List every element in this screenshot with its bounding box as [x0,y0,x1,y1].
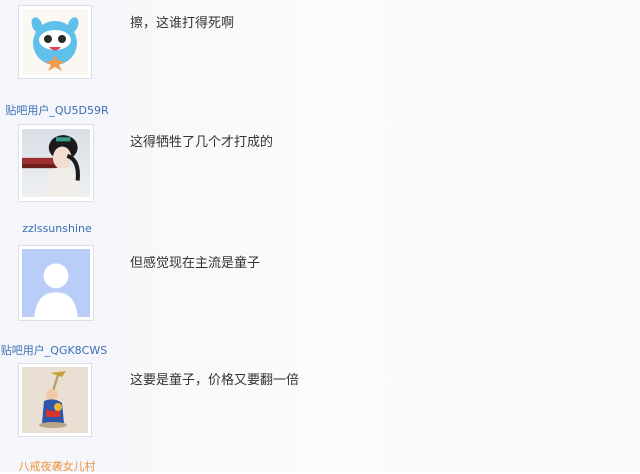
avatar[interactable] [18,363,92,437]
default-user-avatar-icon [22,249,90,317]
avatar[interactable] [18,124,94,202]
avatar[interactable] [18,5,92,79]
author-panel: zzlssunshine [0,118,114,239]
post-item: 贴吧用户_QU5D59R 擦，这谁打得死啊 [0,0,640,118]
post-item: zzlssunshine 这得牺牲了几个才打成的 [0,118,640,239]
post-item: 八戒夜袭女儿村 这要是童子，价格又要翻一倍 [0,360,640,473]
post-thread: 贴吧用户_QU5D59R 擦，这谁打得死啊 zzlssunshine 这得牺牲了… [0,0,640,473]
username[interactable]: zzlssunshine [0,222,114,235]
author-panel: 贴吧用户_QU5D59R [0,0,114,118]
cartoon-mascot-avatar-icon [22,9,88,75]
author-panel: 八戒夜袭女儿村 [0,360,114,473]
author-panel: 贴吧用户_QGK8CWS [0,239,114,360]
post-text: 但感觉现在主流是童子 [130,256,261,271]
post-text: 这得牺牲了几个才打成的 [130,135,274,150]
photo-avatar-woman-portrait-icon [22,129,90,197]
post-item: 贴吧用户_QGK8CWS 但感觉现在主流是童子 [0,239,640,360]
post-text: 这要是童子，价格又要翻一倍 [130,373,300,388]
post-text: 擦，这谁打得死啊 [130,16,235,31]
avatar[interactable] [18,245,94,321]
username[interactable]: 贴吧用户_QU5D59R [0,102,114,118]
username[interactable]: 贴吧用户_QGK8CWS [0,342,111,358]
figurine-avatar-icon [22,367,88,433]
